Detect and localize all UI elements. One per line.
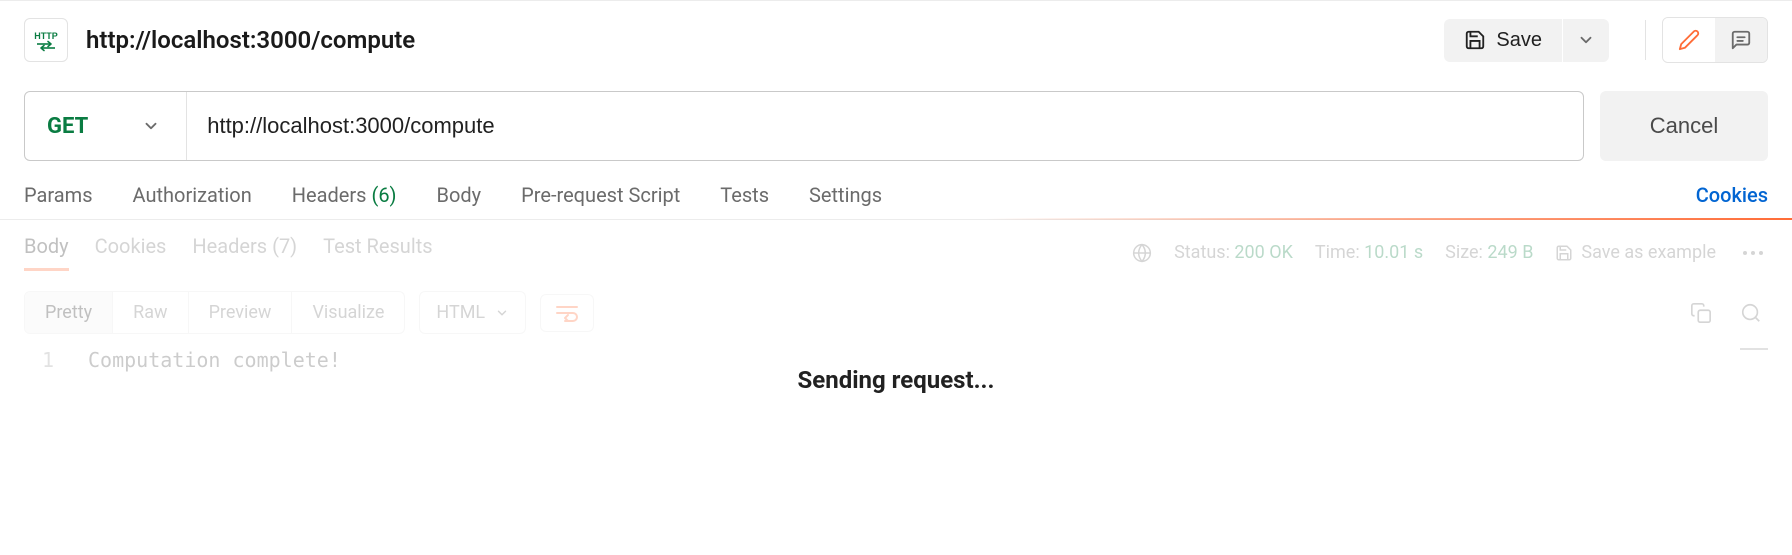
status-meta: Status: 200 OK [1174, 242, 1293, 263]
response-tab-body[interactable]: Body [24, 234, 69, 271]
share-comment-group [1662, 17, 1768, 63]
cancel-button[interactable]: Cancel [1600, 91, 1768, 161]
svg-text:HTTP: HTTP [34, 31, 58, 41]
request-tabs-row: Params Authorization Headers (6) Body Pr… [0, 179, 1792, 220]
save-button-label: Save [1496, 29, 1542, 52]
response-tabs: Body Cookies Headers (7) Test Results [24, 234, 433, 271]
comment-icon [1730, 29, 1752, 51]
method-url-container: GET [24, 91, 1584, 161]
format-select[interactable]: HTML [419, 291, 526, 334]
request-tabs: Params Authorization Headers (6) Body Pr… [24, 183, 882, 207]
tab-body[interactable]: Body [437, 183, 482, 207]
chevron-down-icon [495, 306, 509, 320]
http-method-badge: HTTP [24, 18, 68, 62]
comment-button[interactable] [1715, 18, 1767, 62]
save-as-example-label: Save as example [1581, 242, 1716, 263]
save-icon [1464, 29, 1486, 51]
request-bar: GET Cancel [0, 75, 1792, 179]
status-label: Status: [1174, 242, 1230, 263]
save-as-example-button[interactable]: Save as example [1555, 242, 1716, 263]
tab-pre-request-script[interactable]: Pre-request Script [521, 183, 680, 207]
request-title: http://localhost:3000/compute [86, 26, 1444, 54]
response-area: Body Cookies Headers (7) Test Results St… [0, 220, 1792, 372]
url-input[interactable] [187, 92, 1583, 160]
method-select[interactable]: GET [25, 92, 187, 160]
save-button[interactable]: Save [1444, 19, 1562, 62]
wrap-lines-button[interactable] [540, 294, 594, 332]
view-tab-visualize[interactable]: Visualize [292, 292, 404, 333]
http-icon: HTTP [31, 28, 61, 52]
time-value: 10.01 s [1364, 242, 1423, 263]
response-tab-test-results[interactable]: Test Results [323, 234, 432, 271]
response-tabs-row: Body Cookies Headers (7) Test Results St… [24, 234, 1768, 271]
tab-headers[interactable]: Headers (6) [292, 183, 397, 207]
response-tab-headers-label: Headers [192, 234, 267, 258]
header-actions: Save [1444, 17, 1768, 63]
time-label: Time: [1315, 242, 1360, 263]
header-row: HTTP http://localhost:3000/compute Save [0, 0, 1792, 75]
tab-params[interactable]: Params [24, 183, 93, 207]
chevron-down-icon [1577, 31, 1595, 49]
save-icon [1555, 244, 1573, 262]
save-button-group: Save [1444, 19, 1609, 62]
ellipsis-icon [1742, 250, 1764, 256]
size-label: Size: [1445, 242, 1483, 263]
view-tab-preview[interactable]: Preview [189, 292, 293, 333]
save-dropdown-button[interactable] [1562, 19, 1609, 62]
edit-button[interactable] [1663, 18, 1715, 62]
tab-authorization[interactable]: Authorization [133, 183, 252, 207]
cookies-link[interactable]: Cookies [1696, 183, 1768, 207]
tab-settings[interactable]: Settings [809, 183, 882, 207]
sending-request-overlay: Sending request... [0, 366, 1792, 394]
globe-icon[interactable] [1132, 243, 1152, 263]
view-tab-pretty[interactable]: Pretty [25, 292, 113, 333]
response-tab-cookies[interactable]: Cookies [95, 234, 167, 271]
view-mode-tabs: Pretty Raw Preview Visualize [24, 291, 405, 334]
chevron-down-icon [142, 117, 160, 135]
response-faded-content: Body Cookies Headers (7) Test Results St… [24, 234, 1768, 372]
view-controls: Pretty Raw Preview Visualize HTML [24, 291, 1768, 334]
response-tab-headers[interactable]: Headers (7) [192, 234, 297, 271]
tab-headers-label: Headers [292, 183, 367, 207]
minimap-indicator [1740, 348, 1768, 350]
response-tab-headers-count: (7) [272, 234, 297, 258]
method-label: GET [47, 114, 88, 139]
copy-icon[interactable] [1690, 302, 1712, 324]
response-meta: Status: 200 OK Time: 10.01 s Size: 249 B [1132, 242, 1768, 263]
search-icon[interactable] [1740, 302, 1762, 324]
size-value: 249 B [1487, 242, 1533, 263]
view-tab-raw[interactable]: Raw [113, 292, 188, 333]
size-meta: Size: 249 B [1445, 242, 1533, 263]
header-divider [1645, 20, 1646, 60]
status-value: 200 OK [1234, 242, 1293, 263]
pencil-icon [1678, 29, 1700, 51]
response-more-button[interactable] [1738, 246, 1768, 260]
time-meta: Time: 10.01 s [1315, 242, 1423, 263]
tab-tests[interactable]: Tests [720, 183, 769, 207]
response-tools [1690, 302, 1768, 324]
tab-headers-count: (6) [371, 183, 396, 207]
wrap-icon [555, 303, 579, 323]
format-select-label: HTML [436, 302, 485, 323]
